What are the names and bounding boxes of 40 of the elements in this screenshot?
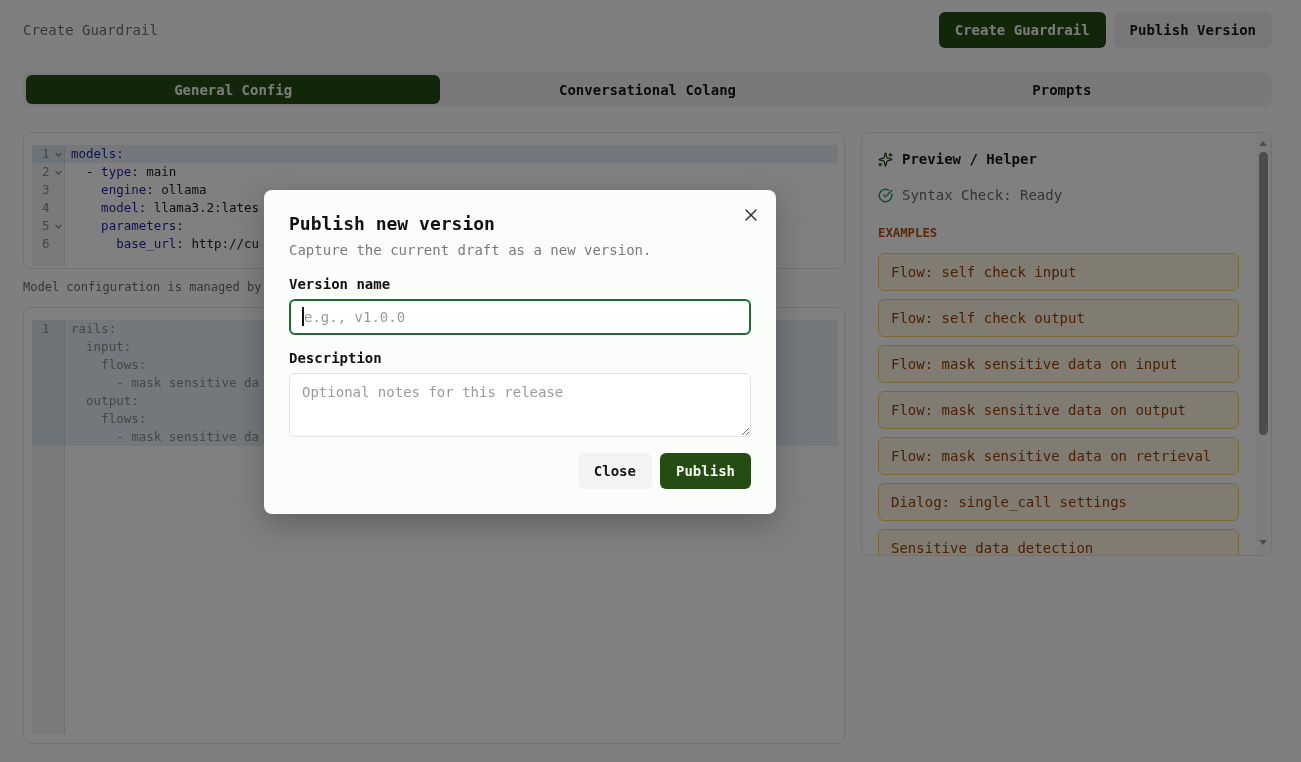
code-line: - type: main — [85, 163, 177, 181]
example-item[interactable]: Sensitive data detection — [878, 529, 1239, 555]
version-name-field[interactable]: e.g., v1.0.0 — [289, 299, 751, 335]
up-arrow-icon[interactable] — [1259, 141, 1267, 146]
fold-chevron-icon[interactable] — [55, 224, 62, 229]
sparkles-icon — [878, 151, 893, 167]
dialog-subtitle: Capture the current draft as a new version. — [289, 241, 652, 260]
fold-chevron-icon[interactable] — [55, 152, 62, 157]
code-line: engine: ollama — [100, 181, 207, 199]
example-item[interactable]: Flow: mask sensitive data on retrieval — [878, 437, 1239, 475]
dialog-title: Publish new version — [289, 212, 495, 236]
section-heading: EXAMPLES — [878, 226, 938, 241]
description-field[interactable]: Optional notes for this release — [289, 373, 751, 437]
example-item[interactable]: Flow: mask sensitive data on output — [878, 391, 1239, 429]
page-title: Create Guardrail — [23, 21, 158, 39]
close-button[interactable]: Close — [577, 453, 652, 489]
example-item[interactable]: Flow: self check input — [878, 253, 1239, 291]
tab[interactable]: Prompts — [854, 75, 1269, 104]
code-line: base_url: http://cu — [115, 235, 260, 253]
text-cursor-icon — [302, 307, 304, 326]
code-line: model: llama3.2:lates — [100, 199, 260, 217]
fold-chevron-icon[interactable] — [55, 170, 62, 175]
publish-version-button[interactable]: Publish Version — [1113, 12, 1272, 48]
syntax-status: Syntax Check: Ready — [902, 186, 1063, 204]
close-icon[interactable] — [745, 209, 757, 221]
tab[interactable]: General Config — [26, 75, 441, 104]
example-item[interactable]: Flow: self check output — [878, 299, 1239, 337]
tab[interactable]: Conversational Colang — [440, 75, 855, 104]
example-item[interactable]: Flow: mask sensitive data on input — [878, 345, 1239, 383]
helper-title: Preview / Helper — [902, 150, 1037, 168]
field-label: Version name — [289, 275, 391, 294]
publish-button[interactable]: Publish — [660, 453, 751, 489]
field-label: Description — [289, 349, 382, 368]
code-line: models: — [71, 145, 124, 163]
code-line: parameters: — [100, 217, 184, 235]
example-item[interactable]: Dialog: single_call settings — [878, 483, 1239, 521]
down-arrow-icon[interactable] — [1259, 540, 1267, 545]
scrollbar-thumb[interactable] — [1258, 152, 1268, 435]
model-config-note: Model configuration is managed by — [23, 279, 262, 295]
create-guardrail-button[interactable]: Create Guardrail — [938, 12, 1106, 48]
